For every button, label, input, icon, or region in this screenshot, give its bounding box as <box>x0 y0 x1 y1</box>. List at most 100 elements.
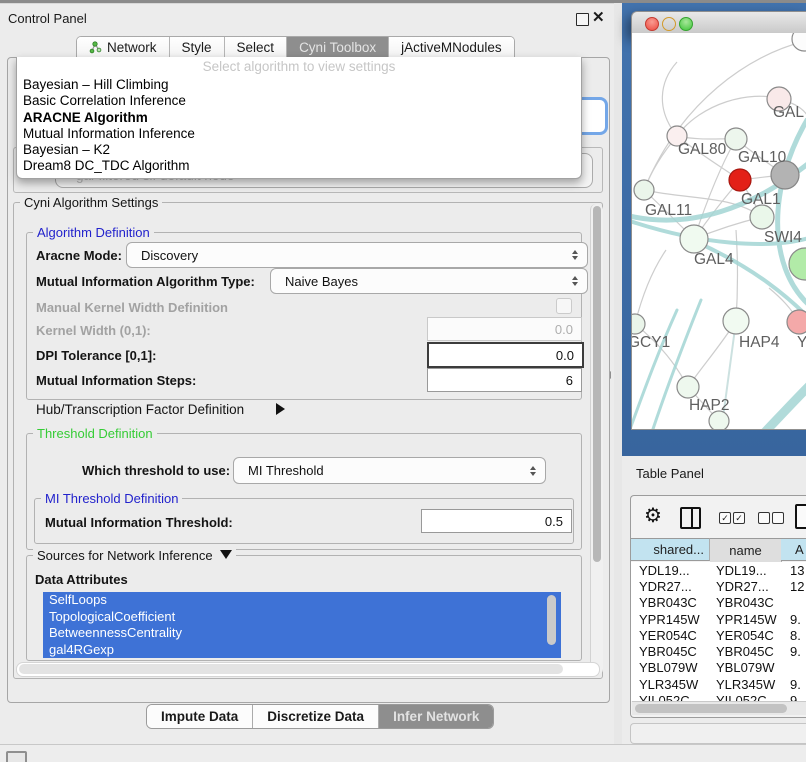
dock-panel-icon[interactable] <box>6 751 27 762</box>
node-table-body: YDL19...YDL19...13 YDR27...YDR27...12 YB… <box>631 562 806 701</box>
attributes-scrollbar-thumb[interactable] <box>547 595 556 645</box>
label-gal80: GAL80 <box>678 141 727 158</box>
node-swi4[interactable] <box>750 205 774 229</box>
tab-discretize-data[interactable]: Discretize Data <box>253 705 379 728</box>
close-panel-icon[interactable]: ✕ <box>592 8 605 26</box>
table-row[interactable]: YBR043CYBR043C <box>631 595 806 611</box>
label-gcy1: GCY1 <box>632 334 670 351</box>
mi-threshold-field[interactable]: 0.5 <box>421 509 572 533</box>
combo-stepper-icon <box>530 466 536 476</box>
mi-type-combo[interactable]: Naive Bayes <box>270 268 588 294</box>
settings-scrollbar[interactable] <box>590 204 603 675</box>
tab-network[interactable]: Network <box>77 37 170 58</box>
dropdown-item[interactable]: Dream8 DC_TDC Algorithm <box>17 158 581 174</box>
attribute-item[interactable]: SelfLoops <box>43 592 561 609</box>
control-panel-title: Control Panel <box>8 11 87 26</box>
settings-hscrollbar-thumb[interactable] <box>19 664 563 674</box>
mi-threshold-label: Mutual Information Threshold: <box>45 515 233 530</box>
checked-box-icon[interactable]: ✓ <box>733 512 745 524</box>
dpi-tolerance-label: DPI Tolerance [0,1]: <box>36 348 156 363</box>
node-gal4[interactable] <box>680 225 708 253</box>
table-row[interactable]: YPR145WYPR145W9. <box>631 611 806 627</box>
combo-stepper-icon <box>572 250 578 260</box>
network-view-canvas[interactable]: GAL GAL80 GAL10 GAL1 GAL11 SWI4 GAL4 GCY… <box>631 33 806 430</box>
settings-hscrollbar[interactable] <box>16 662 600 677</box>
tab-network-label: Network <box>107 40 157 55</box>
manual-kernel-checkbox[interactable] <box>556 298 572 314</box>
node-gal11[interactable] <box>634 180 654 200</box>
dpi-tolerance-field[interactable]: 0.0 <box>427 342 584 368</box>
table-row[interactable]: YLR345WYLR345W9. <box>631 676 806 692</box>
column-header-shared-name[interactable]: shared... <box>631 538 710 561</box>
table-row[interactable]: YDL19...YDL19...13 <box>631 562 806 578</box>
mi-threshold-group-title: MI Threshold Definition <box>41 491 182 506</box>
mi-steps-field[interactable]: 6 <box>427 368 582 392</box>
column-header-partial[interactable]: A <box>781 538 806 561</box>
mi-type-value: Naive Bayes <box>285 274 358 289</box>
dropdown-item[interactable]: Bayesian – Hill Climbing <box>17 77 581 93</box>
expand-right-icon[interactable] <box>276 403 285 415</box>
attribute-item[interactable]: BetweennessCentrality <box>43 625 561 642</box>
table-hscrollbar[interactable] <box>632 701 806 715</box>
table-row[interactable]: YBL079WYBL079W <box>631 660 806 676</box>
status-strip <box>0 744 806 762</box>
node-partial-top[interactable] <box>792 33 806 51</box>
column-header-name[interactable]: name <box>710 538 782 563</box>
node-gal1-red[interactable] <box>729 169 751 191</box>
data-attributes-label: Data Attributes <box>35 572 128 587</box>
control-panel-tabbar: Network Style Select Cyni Toolbox jActiv… <box>76 36 515 59</box>
node-bright-green[interactable] <box>789 248 806 280</box>
kernel-width-field[interactable]: 0.0 <box>427 317 582 341</box>
label-y-partial: Y <box>797 334 806 351</box>
attributes-scrollbar[interactable] <box>546 594 557 656</box>
which-threshold-combo[interactable]: MI Threshold <box>233 457 546 484</box>
panel-splitter[interactable] <box>614 3 622 762</box>
cyni-bottom-tabbar: Impute Data Discretize Data Infer Networ… <box>146 704 494 729</box>
table-row[interactable]: YDR27...YDR27...12 <box>631 578 806 594</box>
collapse-down-icon[interactable] <box>220 550 232 559</box>
dropdown-item[interactable]: Mutual Information Inference <box>17 126 581 142</box>
settings-scrollbar-thumb[interactable] <box>593 206 601 562</box>
mi-type-label: Mutual Information Algorithm Type: <box>36 274 255 289</box>
node-hap4[interactable] <box>723 308 749 334</box>
dropdown-item[interactable]: Bayesian – K2 <box>17 142 581 158</box>
network-icon <box>89 41 102 54</box>
network-window-titlebar[interactable] <box>631 11 806 35</box>
gear-icon[interactable]: ⚙ <box>644 503 662 528</box>
unchecked-box-icon[interactable] <box>758 512 770 524</box>
float-panel-icon[interactable] <box>576 13 589 26</box>
dropdown-item[interactable]: Basic Correlation Inference <box>17 93 581 109</box>
table-row[interactable]: YBR045CYBR045C9. <box>631 643 806 659</box>
manual-kernel-label: Manual Kernel Width Definition <box>36 300 228 315</box>
close-window-icon[interactable] <box>645 17 659 31</box>
split-columns-icon[interactable] <box>680 507 701 529</box>
tab-infer-network[interactable]: Infer Network <box>379 705 493 728</box>
checked-box-icon[interactable]: ✓ <box>719 512 731 524</box>
node-hap2[interactable] <box>677 376 699 398</box>
node-gal10[interactable] <box>725 128 747 150</box>
dropdown-item-selected[interactable]: ARACNE Algorithm <box>17 110 581 126</box>
algorithm-dropdown-popup: Select algorithm to view settings Bayesi… <box>16 57 582 179</box>
tab-style[interactable]: Style <box>170 37 225 58</box>
tab-select[interactable]: Select <box>225 37 288 58</box>
table-hscrollbar-thumb[interactable] <box>635 704 787 713</box>
tab-jactivemnodules[interactable]: jActiveMNodules <box>389 37 514 58</box>
kernel-width-label: Kernel Width (0,1): <box>36 323 151 338</box>
document-icon[interactable] <box>795 504 806 529</box>
aracne-mode-combo[interactable]: Discovery <box>126 242 588 268</box>
label-gal-partial: GAL <box>773 104 804 121</box>
unchecked-box-icon[interactable] <box>772 512 784 524</box>
data-attributes-list: SelfLoops TopologicalCoefficient Between… <box>43 592 561 658</box>
zoom-window-icon[interactable] <box>679 17 693 31</box>
table-row[interactable]: YIL052CYIL052C9. <box>631 692 806 701</box>
tab-cyni-toolbox[interactable]: Cyni Toolbox <box>287 37 389 58</box>
node-salmon[interactable] <box>787 310 806 334</box>
tab-impute-data[interactable]: Impute Data <box>147 705 253 728</box>
hub-definition-label: Hub/Transcription Factor Definition <box>36 402 244 417</box>
aracne-mode-value: Discovery <box>141 248 198 263</box>
table-row[interactable]: YER054CYER054C8. <box>631 627 806 643</box>
attribute-item[interactable]: TopologicalCoefficient <box>43 609 561 626</box>
label-gal1: GAL1 <box>741 191 781 208</box>
minimize-window-icon[interactable] <box>662 17 676 31</box>
attribute-item[interactable]: gal4RGexp <box>43 642 561 659</box>
